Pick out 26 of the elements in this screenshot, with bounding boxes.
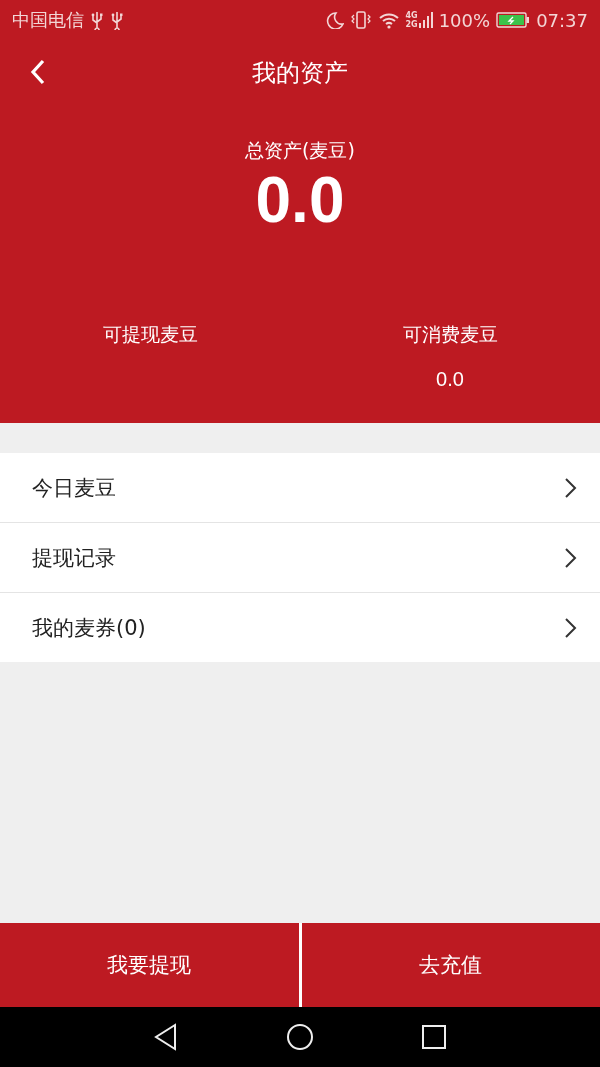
total-assets-label: 总资产(麦豆) [245, 138, 355, 163]
wifi-icon [377, 11, 400, 29]
page-title: 我的资产 [252, 58, 348, 89]
vibrate-icon [349, 10, 372, 30]
menu-item[interactable]: 我的麦券(0) [0, 593, 600, 662]
clock-time: 07:37 [536, 9, 588, 31]
menu-item[interactable]: 提现记录 [0, 523, 600, 593]
carrier-name: 中国电信 [12, 8, 84, 32]
balance-label: 可提现麦豆 [102, 322, 198, 347]
signal-icon [418, 11, 433, 29]
total-assets-value: 0.0 [255, 164, 345, 236]
action-button[interactable]: 去充值 [301, 923, 600, 1007]
action-button[interactable]: 我要提现 [0, 923, 299, 1007]
moon-icon [325, 11, 344, 29]
battery-icon [496, 11, 531, 29]
battery-percent: 100% [438, 9, 491, 31]
usb-icon [110, 10, 124, 30]
chevron-right-icon [564, 476, 578, 499]
chevron-right-icon [564, 546, 578, 569]
menu-item[interactable]: 今日麦豆 [0, 453, 600, 523]
network-type: 2G [405, 20, 418, 29]
balance-value: 0.0 [436, 368, 464, 392]
usb-icon [90, 10, 104, 30]
network-type: 4G [405, 11, 418, 20]
balance-label: 可消费麦豆 [402, 322, 498, 347]
chevron-right-icon [564, 616, 578, 639]
